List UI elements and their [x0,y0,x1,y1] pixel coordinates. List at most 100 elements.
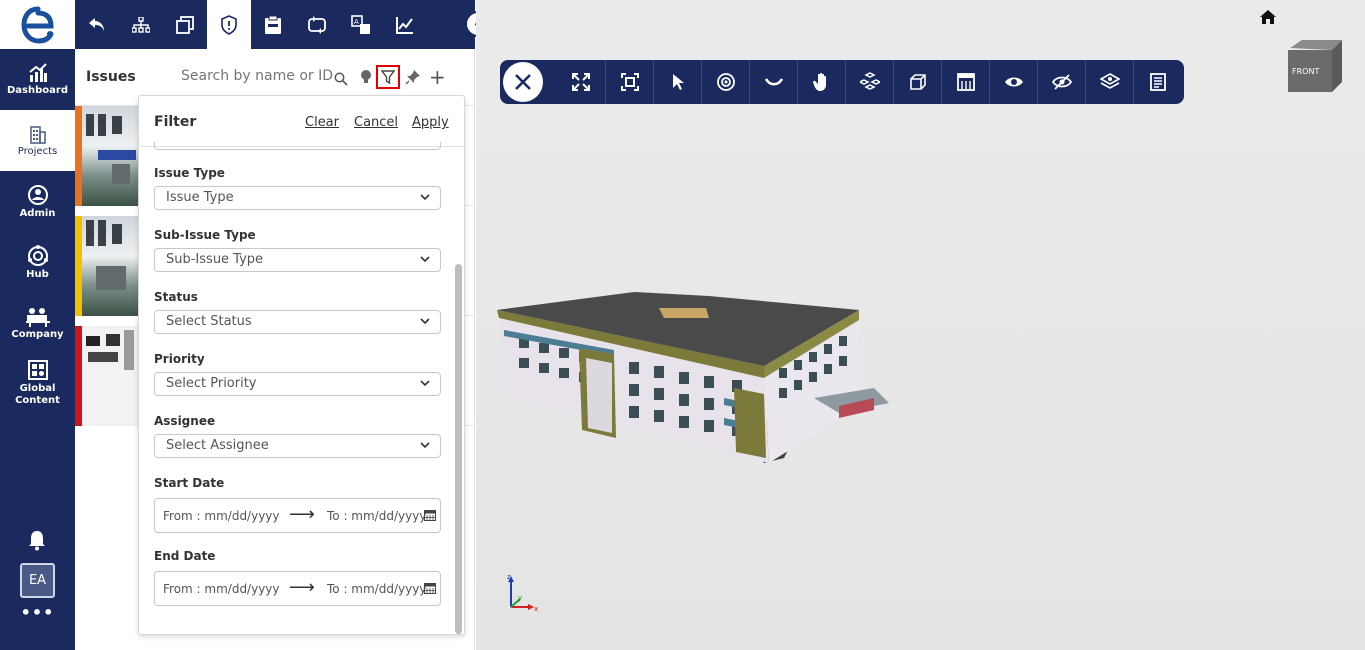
home-icon [1260,10,1276,24]
end-date-to-input[interactable]: To : mm/dd/yyyy [327,582,427,596]
show-button[interactable] [989,60,1037,104]
nav-dashboard-label: Dashboard [7,84,68,96]
view-cube[interactable]: FRONT [1286,38,1344,102]
filter-button[interactable] [376,65,400,89]
chevron-down-icon [420,194,430,201]
isolate-button[interactable] [1085,60,1133,104]
user-avatar[interactable]: EA [20,563,55,598]
back-button[interactable] [75,0,119,49]
start-date-from-input[interactable]: From : mm/dd/yyyy [163,509,280,523]
assignee-value: Select Assignee [166,438,269,453]
assignee-label: Assignee [154,414,216,428]
document-icon [1149,73,1166,91]
cancel-button[interactable]: Cancel [354,115,398,130]
calendar-icon[interactable] [424,509,436,521]
status-value: Select Status [166,314,252,329]
priority-select[interactable]: Select Priority [154,372,441,396]
apply-button[interactable]: Apply [412,115,449,130]
issue-type-value: Issue Type [166,190,234,205]
priority-stripe [75,326,82,426]
nav-global-content[interactable]: Global Content [0,354,75,412]
model-viewer[interactable]: FRONT z y x [476,0,1365,650]
priority-stripe [75,216,82,316]
clear-button[interactable]: Clear [305,115,339,130]
issue-thumbnail [82,326,138,426]
chevron-down-icon [420,318,430,325]
nav-projects[interactable]: Projects [0,110,75,171]
section-box-button[interactable] [893,60,941,104]
issue-type-label: Issue Type [154,166,225,180]
status-label: Status [154,290,198,304]
building-model[interactable] [494,288,899,470]
hub-icon [27,244,48,266]
status-select[interactable]: Select Status [154,310,441,334]
nav-hub-label: Hub [26,268,49,280]
calendar-icon[interactable] [424,582,436,594]
nav-company[interactable]: Company [0,293,75,354]
filter-scrollbar[interactable] [455,264,462,634]
admin-icon [27,184,48,205]
priority-stripe [75,106,82,206]
fit-view-button[interactable] [605,60,653,104]
analytics-button[interactable] [383,0,427,49]
copy-button[interactable] [163,0,207,49]
notifications-button[interactable] [27,529,47,555]
nav-hub[interactable]: Hub [0,232,75,293]
app-logo[interactable] [0,0,75,49]
nav-company-label: Company [11,328,64,340]
fullscreen-button[interactable] [557,60,605,104]
sub-issue-type-select[interactable]: Sub-Issue Type [154,248,441,272]
properties-button[interactable] [1133,60,1181,104]
shield-icon [221,14,237,35]
sub-issue-type-value: Sub-Issue Type [166,252,264,267]
home-view-button[interactable] [1259,9,1277,29]
pin-icon[interactable] [405,69,421,89]
hierarchy-button[interactable] [119,0,163,49]
start-date-to-input[interactable]: To : mm/dd/yyyy [327,509,427,523]
section-plane-button[interactable] [941,60,989,104]
left-navigation: Dashboard Projects Admin Hub Company Glo… [0,0,75,650]
explode-button[interactable] [845,60,893,104]
close-toolbar-button[interactable] [503,62,543,102]
issues-search-input[interactable] [181,68,351,84]
filter-header: Filter Clear Cancel Apply [139,96,464,147]
end-date-range: From : mm/dd/yyyy ⟶ To : mm/dd/yyyy [154,571,441,606]
lightbulb-icon[interactable] [360,69,372,89]
nav-admin[interactable]: Admin [0,171,75,232]
search-icon[interactable] [334,71,348,90]
funnel-icon [381,70,395,84]
eye-icon [1004,77,1023,87]
global-content-icon [27,360,48,380]
priority-label: Priority [154,352,205,366]
orbit-button[interactable] [701,60,749,104]
start-date-label: Start Date [154,476,225,490]
eye-off-icon [1051,74,1072,90]
cursor-icon [672,74,684,90]
pan-button[interactable] [797,60,845,104]
hide-button[interactable] [1037,60,1085,104]
select-tool-button[interactable] [653,60,701,104]
orbit-icon [716,73,735,91]
rfi-clipboard-icon [265,15,281,34]
more-menu-button[interactable]: ••• [0,603,75,622]
walk-button[interactable] [749,60,797,104]
chevron-down-icon [420,442,430,449]
nav-projects-label: Projects [17,145,58,157]
issue-type-select[interactable]: Issue Type [154,186,441,210]
end-date-from-input[interactable]: From : mm/dd/yyyy [163,582,280,596]
hand-icon [812,72,826,91]
undo-arrow-icon [89,17,104,31]
chevron-down-icon [420,380,430,387]
sync-button[interactable] [295,0,339,49]
issues-tab[interactable] [207,0,251,49]
nav-dashboard[interactable]: Dashboard [0,49,75,110]
assignee-select[interactable]: Select Assignee [154,434,441,458]
issue-thumbnail [82,106,138,206]
translate-button[interactable]: A [339,0,383,49]
rfi-button[interactable] [251,0,295,49]
top-toolbar: A [75,0,475,49]
add-issue-button[interactable]: + [429,65,446,89]
smile-path-icon [764,78,783,86]
range-arrow-icon: ⟶ [289,577,315,598]
view-cube-label: FRONT [1292,67,1319,76]
